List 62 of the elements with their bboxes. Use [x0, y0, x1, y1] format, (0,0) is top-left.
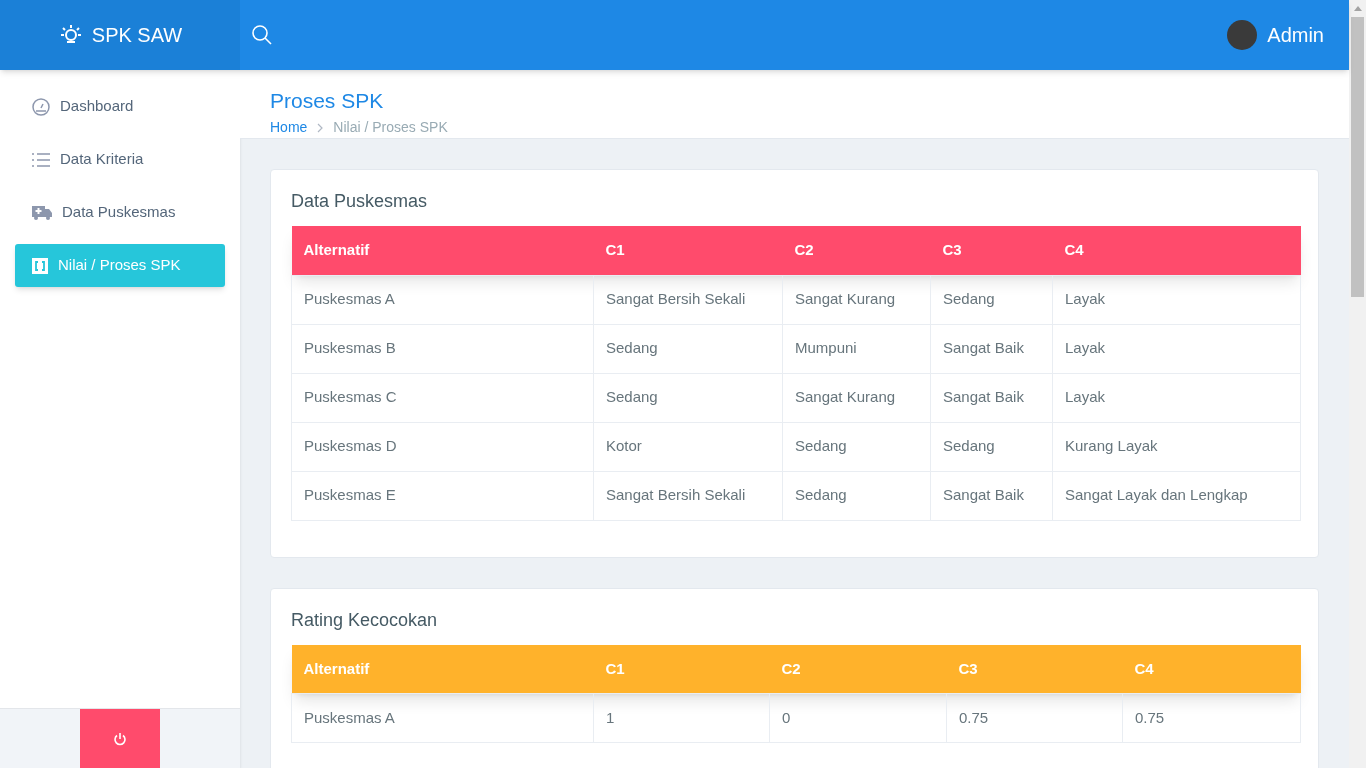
- gauge-icon: [32, 97, 50, 116]
- table-cell: Sangat Baik: [930, 471, 1053, 520]
- chevron-right-icon: [317, 122, 324, 133]
- column-header: C3: [930, 226, 1053, 275]
- sidebar-item[interactable]: Nilai / Proses SPK: [15, 244, 225, 287]
- table-cell: Sedang: [782, 422, 931, 471]
- table-cell: 0: [769, 693, 947, 743]
- table-cell: Sedang: [930, 422, 1053, 471]
- column-header: C4: [1052, 226, 1301, 275]
- ambulance-icon: [32, 205, 52, 220]
- table-cell: 0.75: [946, 693, 1123, 743]
- avatar-icon[interactable]: [1227, 20, 1258, 50]
- table-cell: Puskesmas A: [291, 275, 594, 324]
- table-cell: 0.75: [1122, 693, 1301, 743]
- bracket-icon: [32, 257, 48, 274]
- table-cell: Layak: [1052, 275, 1301, 324]
- sidebar-item[interactable]: Data Kriteria: [15, 138, 225, 181]
- table-cell: Sangat Kurang: [782, 373, 931, 422]
- table-cell: Puskesmas C: [291, 373, 594, 422]
- table-cell: Mumpuni: [782, 324, 931, 373]
- card-title: Data Puskesmas: [291, 190, 429, 213]
- table-cell: Sangat Baik: [930, 373, 1053, 422]
- table-cell: Sangat Bersih Sekali: [593, 275, 783, 324]
- scrollbar[interactable]: [1349, 0, 1366, 768]
- sidebar-item[interactable]: Dashboard: [15, 85, 225, 128]
- breadcrumb-link[interactable]: Home: [270, 117, 308, 138]
- table-cell: Puskesmas A: [291, 693, 594, 743]
- table-cell: Puskesmas D: [291, 422, 594, 471]
- table-cell: Kotor: [593, 422, 783, 471]
- table-cell: Sedang: [593, 324, 783, 373]
- table-cell: 1: [593, 693, 770, 743]
- column-header: Alternatif: [291, 644, 594, 694]
- table-cell: Sangat Baik: [930, 324, 1053, 373]
- column-header: C2: [782, 226, 931, 275]
- column-header: C3: [946, 644, 1123, 694]
- power-icon: [113, 732, 127, 746]
- search-icon[interactable]: [252, 25, 272, 45]
- table-cell: Sangat Kurang: [782, 275, 931, 324]
- brand-title[interactable]: SPK SAW: [91, 20, 183, 50]
- column-header: Alternatif: [291, 226, 594, 275]
- breadcrumb-current: Nilai / Proses SPK: [333, 118, 448, 137]
- user-name[interactable]: Admin: [1267, 20, 1324, 50]
- column-header: C1: [593, 644, 770, 694]
- column-header: C2: [769, 644, 947, 694]
- table-cell: Layak: [1052, 324, 1301, 373]
- list-icon: [32, 152, 50, 167]
- card-title: Rating Kecocokan: [291, 608, 439, 632]
- scrollbar-thumb[interactable]: [1351, 17, 1364, 297]
- column-header: C1: [593, 226, 783, 275]
- table-cell: Sangat Layak dan Lengkap: [1052, 471, 1301, 520]
- table-cell: Puskesmas B: [291, 324, 594, 373]
- up-arrow-icon[interactable]: [1353, 6, 1362, 11]
- table-cell: Sangat Bersih Sekali: [593, 471, 783, 520]
- page-title: Proses SPK: [270, 88, 385, 114]
- table-cell: Layak: [1052, 373, 1301, 422]
- table-cell: Kurang Layak: [1052, 422, 1301, 471]
- table-cell: Sedang: [593, 373, 783, 422]
- table-cell: Sedang: [930, 275, 1053, 324]
- table-cell: Puskesmas E: [291, 471, 594, 520]
- table-cell: Sedang: [782, 471, 931, 520]
- sidebar-item[interactable]: Data Puskesmas: [15, 191, 225, 234]
- column-header: C4: [1122, 644, 1301, 694]
